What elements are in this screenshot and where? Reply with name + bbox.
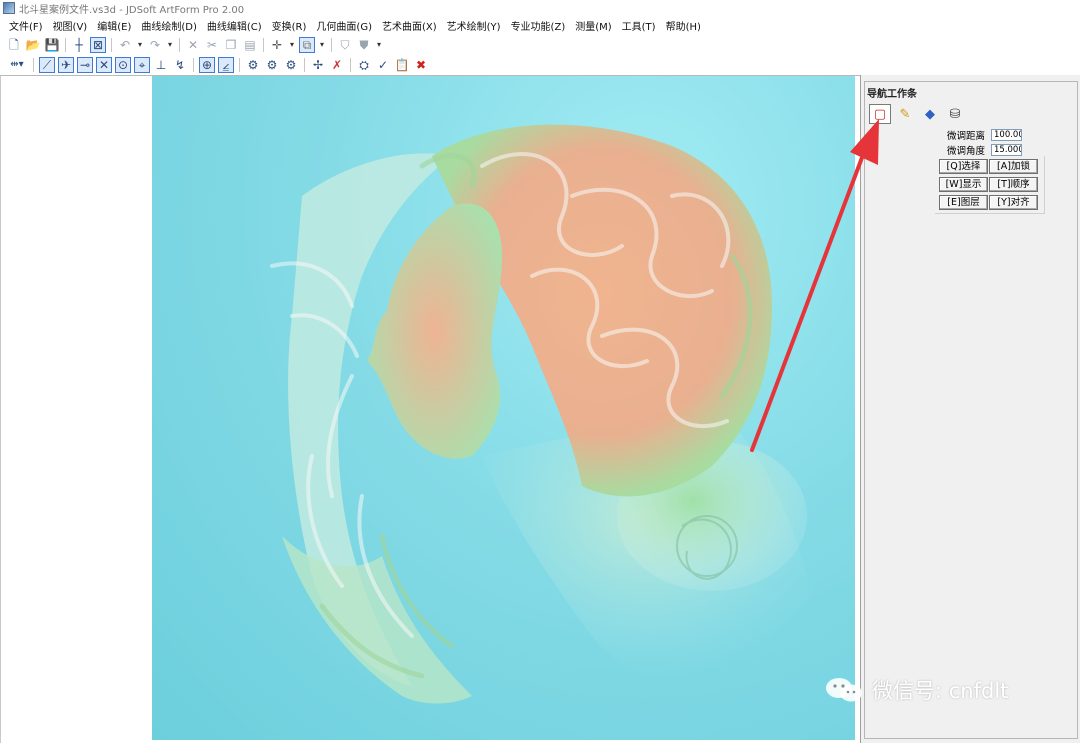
tangent-icon[interactable]: ↯ bbox=[172, 57, 188, 73]
menu-pro-features[interactable]: 专业功能(Z) bbox=[506, 18, 571, 33]
navigation-panel: 导航工作条 ▢ ✎ ◆ ⛁ 微调距离 微调角度 [Q]选择 [A]加锁 [W]显… bbox=[860, 75, 1080, 743]
line-icon[interactable]: ⟋ bbox=[39, 57, 55, 73]
toolbar-separator bbox=[111, 38, 112, 52]
select-button[interactable]: [Q]选择 bbox=[939, 159, 988, 174]
toolbar-separator bbox=[179, 38, 180, 52]
render-icon[interactable]: ⛉ bbox=[337, 37, 353, 53]
undo-icon[interactable]: ↶ bbox=[117, 37, 133, 53]
target-icon[interactable]: ⌖ bbox=[134, 57, 150, 73]
new-file-icon[interactable]: 🗋 bbox=[6, 37, 22, 53]
view-cube-icon[interactable]: ⧉ bbox=[299, 37, 315, 53]
view-dropdown-icon[interactable]: ▾ bbox=[318, 37, 326, 53]
menu-art-draw[interactable]: 艺术绘制(Y) bbox=[442, 18, 506, 33]
toolbar-separator bbox=[239, 58, 240, 72]
layer-stack-icon[interactable]: ⛁ bbox=[944, 104, 966, 124]
relief-viewport[interactable] bbox=[152, 76, 855, 740]
save-icon[interactable]: 💾 bbox=[44, 37, 60, 53]
watermark: 微信号: cnfdlt bbox=[824, 675, 1008, 705]
axis-icon[interactable]: ✛ bbox=[269, 37, 285, 53]
snap-icon[interactable]: ⇹▾ bbox=[6, 57, 28, 73]
surface-c-icon[interactable]: ⚙ bbox=[283, 57, 299, 73]
toolbar-separator bbox=[304, 58, 305, 72]
menu-art-surface[interactable]: 艺术曲面(X) bbox=[377, 18, 442, 33]
toolbar-separator bbox=[65, 38, 66, 52]
menu-measure[interactable]: 测量(M) bbox=[570, 18, 616, 33]
undo-dropdown-icon[interactable]: ▾ bbox=[136, 37, 144, 53]
select-box-icon[interactable]: ⊠ bbox=[90, 37, 106, 53]
layer-icon[interactable]: ⛭ bbox=[356, 57, 372, 73]
watermark-text: 微信号: cnfdlt bbox=[872, 679, 1009, 703]
menu-bar: 文件(F) 视图(V) 编辑(E) 曲线绘制(D) 曲线编辑(C) 变换(R) … bbox=[0, 16, 1080, 34]
menu-curve-edit[interactable]: 曲线编辑(C) bbox=[202, 18, 267, 33]
toolbar-separator bbox=[350, 58, 351, 72]
fine-distance-label: 微调距离 bbox=[947, 131, 986, 142]
app-icon bbox=[3, 2, 15, 14]
title-bar: 北斗星案例文件.vs3d - JDSoft ArtForm Pro 2.00 bbox=[0, 0, 1080, 16]
node-delete-icon[interactable]: ✗ bbox=[329, 57, 345, 73]
axis-dropdown-icon[interactable]: ▾ bbox=[288, 37, 296, 53]
layer-button[interactable]: [E]图层 bbox=[939, 195, 988, 210]
menu-tools[interactable]: 工具(T) bbox=[617, 18, 661, 33]
node-icon[interactable]: ✢ bbox=[310, 57, 326, 73]
frame-icon[interactable]: ▢ bbox=[869, 104, 891, 124]
toolbar-separator bbox=[263, 38, 264, 52]
lock-button[interactable]: [A]加锁 bbox=[989, 159, 1038, 174]
surface-a-icon[interactable]: ⚙ bbox=[245, 57, 261, 73]
redo-dropdown-icon[interactable]: ▾ bbox=[166, 37, 174, 53]
menu-curve-draw[interactable]: 曲线绘制(D) bbox=[136, 18, 202, 33]
fine-angle-row: 微调角度 bbox=[947, 143, 1022, 157]
perpendicular-icon[interactable]: ⊥ bbox=[153, 57, 169, 73]
display-button[interactable]: [W]显示 bbox=[939, 177, 988, 192]
window-title: 北斗星案例文件.vs3d - JDSoft ArtForm Pro 2.00 bbox=[19, 4, 245, 16]
relief-model-image bbox=[270, 124, 812, 704]
drawing-toolbar: ⇹▾ ⟋ ✈ ⊸ ✕ ⊙ ⌖ ⊥ ↯ ⊕ ⦤ ⚙ ⚙ ⚙ ✢ ✗ ⛭ ✓ 📋 ✖ bbox=[0, 55, 1080, 75]
paste-icon[interactable]: ▤ bbox=[242, 37, 258, 53]
open-file-icon[interactable]: 📂 bbox=[25, 37, 41, 53]
clipboard-icon[interactable]: 📋 bbox=[394, 57, 410, 73]
toolbar-separator bbox=[331, 38, 332, 52]
menu-geometry-surface[interactable]: 几何曲面(G) bbox=[311, 18, 377, 33]
check-icon[interactable]: ✓ bbox=[375, 57, 391, 73]
circle-icon[interactable]: ⊙ bbox=[115, 57, 131, 73]
menu-edit[interactable]: 编辑(E) bbox=[92, 18, 136, 33]
fine-angle-label: 微调角度 bbox=[947, 146, 986, 157]
eraser-icon[interactable]: ◆ bbox=[919, 104, 941, 124]
scissors-icon[interactable]: ✂ bbox=[204, 37, 220, 53]
toolbar-separator bbox=[193, 58, 194, 72]
crosshair-icon[interactable]: ┼ bbox=[71, 37, 87, 53]
wechat-icon bbox=[826, 678, 862, 702]
intersect-icon[interactable]: ✕ bbox=[96, 57, 112, 73]
coord-icon[interactable]: ⦤ bbox=[218, 57, 234, 73]
navigation-panel-title: 导航工作条 bbox=[867, 89, 917, 100]
redo-icon[interactable]: ↷ bbox=[147, 37, 163, 53]
toolbar-separator bbox=[33, 58, 34, 72]
surface-b-icon[interactable]: ⚙ bbox=[264, 57, 280, 73]
copy-icon[interactable]: ❐ bbox=[223, 37, 239, 53]
menu-transform[interactable]: 变换(R) bbox=[267, 18, 312, 33]
fine-angle-input[interactable] bbox=[991, 144, 1022, 156]
shade-dropdown-icon[interactable]: ▾ bbox=[375, 37, 383, 53]
order-button[interactable]: [T]顺序 bbox=[989, 177, 1038, 192]
menu-help[interactable]: 帮助(H) bbox=[661, 18, 706, 33]
trim-icon[interactable]: ✈ bbox=[58, 57, 74, 73]
grid-snap-icon[interactable]: ⊕ bbox=[199, 57, 215, 73]
align-button[interactable]: [Y]对齐 bbox=[989, 195, 1038, 210]
menu-view[interactable]: 视图(V) bbox=[48, 18, 93, 33]
shade-icon[interactable]: ⛊ bbox=[356, 37, 372, 53]
cut-icon[interactable]: ✕ bbox=[185, 37, 201, 53]
fine-distance-row: 微调距离 bbox=[947, 128, 1022, 142]
navigation-tabs: ▢ ✎ ◆ ⛁ bbox=[869, 104, 969, 124]
delete-icon[interactable]: ✖ bbox=[413, 57, 429, 73]
standard-toolbar: 🗋 📂 💾 ┼ ⊠ ↶ ▾ ↷ ▾ ✕ ✂ ❐ ▤ ✛ ▾ ⧉ ▾ ⛉ ⛊ ▾ bbox=[0, 35, 1080, 55]
menu-file[interactable]: 文件(F) bbox=[4, 18, 48, 33]
fine-distance-input[interactable] bbox=[991, 129, 1022, 141]
extend-icon[interactable]: ⊸ bbox=[77, 57, 93, 73]
edit-pencil-icon[interactable]: ✎ bbox=[894, 104, 916, 124]
